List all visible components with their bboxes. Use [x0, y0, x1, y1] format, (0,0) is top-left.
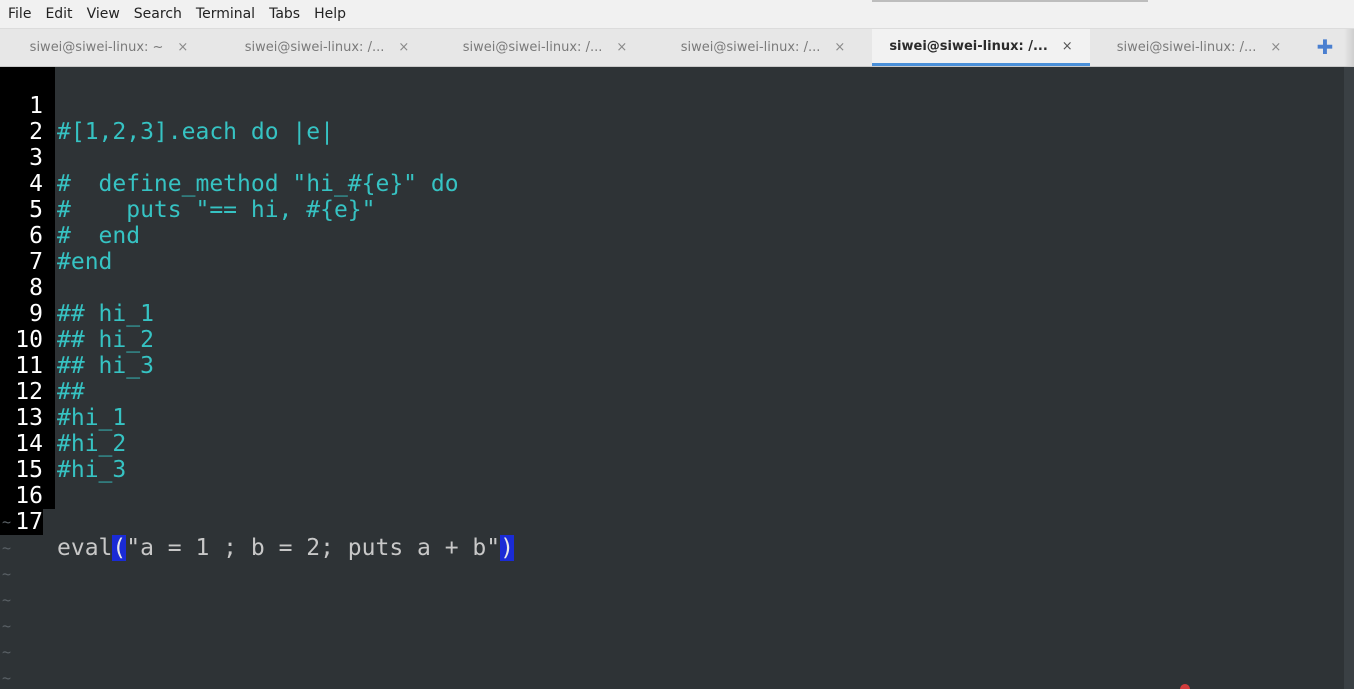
code-line: 16: [0, 457, 1340, 509]
code-line: 3 # define_method "hi_#{e}" do: [0, 119, 1340, 197]
eval-string: "a = 1 ; b = 2; puts a + b": [126, 535, 501, 561]
code-line: 8 ## hi_1: [0, 249, 1340, 327]
menu-terminal[interactable]: Terminal: [189, 0, 262, 28]
code-text: eval("a = 1 ; b = 2; puts a + b"): [57, 535, 514, 561]
close-icon[interactable]: ×: [1270, 40, 1281, 55]
code-line: 7: [0, 223, 1340, 275]
menu-search[interactable]: Search: [127, 0, 189, 28]
terminal-content[interactable]: 1 #[1,2,3].each do |e| 2 3 # define_meth…: [0, 67, 1354, 689]
tab-bar: siwei@siwei-linux: ~ × siwei@siwei-linux…: [0, 29, 1354, 67]
tab-label: siwei@siwei-linux: /...: [889, 38, 1048, 54]
menu-file[interactable]: File: [0, 0, 38, 28]
code-line: 2: [0, 93, 1340, 145]
close-icon[interactable]: ×: [1062, 39, 1073, 54]
tab-4[interactable]: siwei@siwei-linux: /... ×: [654, 29, 872, 66]
tab-label: siwei@siwei-linux: /...: [462, 40, 603, 55]
tab-6[interactable]: siwei@siwei-linux: /... ×: [1090, 29, 1308, 66]
code-line: 17 eval("a = 1 ; b = 2; puts a + b"): [0, 483, 1340, 561]
code-line: 15: [0, 431, 1340, 483]
terminal-window: File Edit View Search Terminal Tabs Help…: [0, 0, 1354, 689]
empty-line-marker: ~: [2, 669, 12, 687]
empty-line-marker: ~: [2, 591, 12, 609]
pointer-indicator: [1180, 684, 1190, 689]
tab-label: siwei@siwei-linux: /...: [244, 40, 385, 55]
tab-1[interactable]: siwei@siwei-linux: ~ ×: [0, 29, 218, 66]
empty-line-marker: ~: [2, 513, 12, 531]
code-line: 6 #end: [0, 197, 1340, 275]
tab-3[interactable]: siwei@siwei-linux: /... ×: [436, 29, 654, 66]
code-line: 14 #hi_3: [0, 405, 1340, 483]
empty-line-marker: ~: [2, 539, 12, 557]
matched-open-paren: (: [112, 535, 127, 561]
menu-edit[interactable]: Edit: [38, 0, 79, 28]
plus-icon[interactable]: ✚: [1314, 36, 1336, 58]
tab-2[interactable]: siwei@siwei-linux: /... ×: [218, 29, 436, 66]
code-line: 1 #[1,2,3].each do |e|: [0, 67, 1340, 145]
tab-scroll-edge: [1344, 29, 1354, 66]
code-line: 5 # end: [0, 171, 1340, 249]
tab-label: siwei@siwei-linux: /...: [1116, 40, 1257, 55]
close-icon[interactable]: ×: [398, 40, 409, 55]
empty-line-marker: ~: [2, 643, 12, 661]
close-icon[interactable]: ×: [177, 40, 188, 55]
eval-keyword: eval: [57, 535, 113, 561]
tab-label: siwei@siwei-linux: /...: [680, 40, 821, 55]
empty-line-marker: ~: [2, 617, 12, 635]
menu-help[interactable]: Help: [307, 0, 353, 28]
close-icon[interactable]: ×: [834, 40, 845, 55]
menu-view[interactable]: View: [80, 0, 127, 28]
scrollbar[interactable]: [1344, 67, 1354, 689]
tab-5-active[interactable]: siwei@siwei-linux: /... ×: [872, 29, 1090, 66]
menu-bar: File Edit View Search Terminal Tabs Help: [0, 0, 1354, 29]
code-line: 10 ## hi_3: [0, 301, 1340, 379]
tab-label: siwei@siwei-linux: ~: [29, 40, 164, 55]
menu-tabs[interactable]: Tabs: [262, 0, 307, 28]
code-line: 12 #hi_1: [0, 353, 1340, 431]
code-line: 4 # puts "== hi, #{e}": [0, 145, 1340, 223]
code-line: 11 ##: [0, 327, 1340, 405]
close-icon[interactable]: ×: [616, 40, 627, 55]
code-line: 13 #hi_2: [0, 379, 1340, 457]
code-line: 9 ## hi_2: [0, 275, 1340, 353]
matched-close-paren: ): [500, 535, 514, 561]
window-edge-decoration: [872, 0, 1148, 2]
empty-line-marker: ~: [2, 565, 12, 583]
